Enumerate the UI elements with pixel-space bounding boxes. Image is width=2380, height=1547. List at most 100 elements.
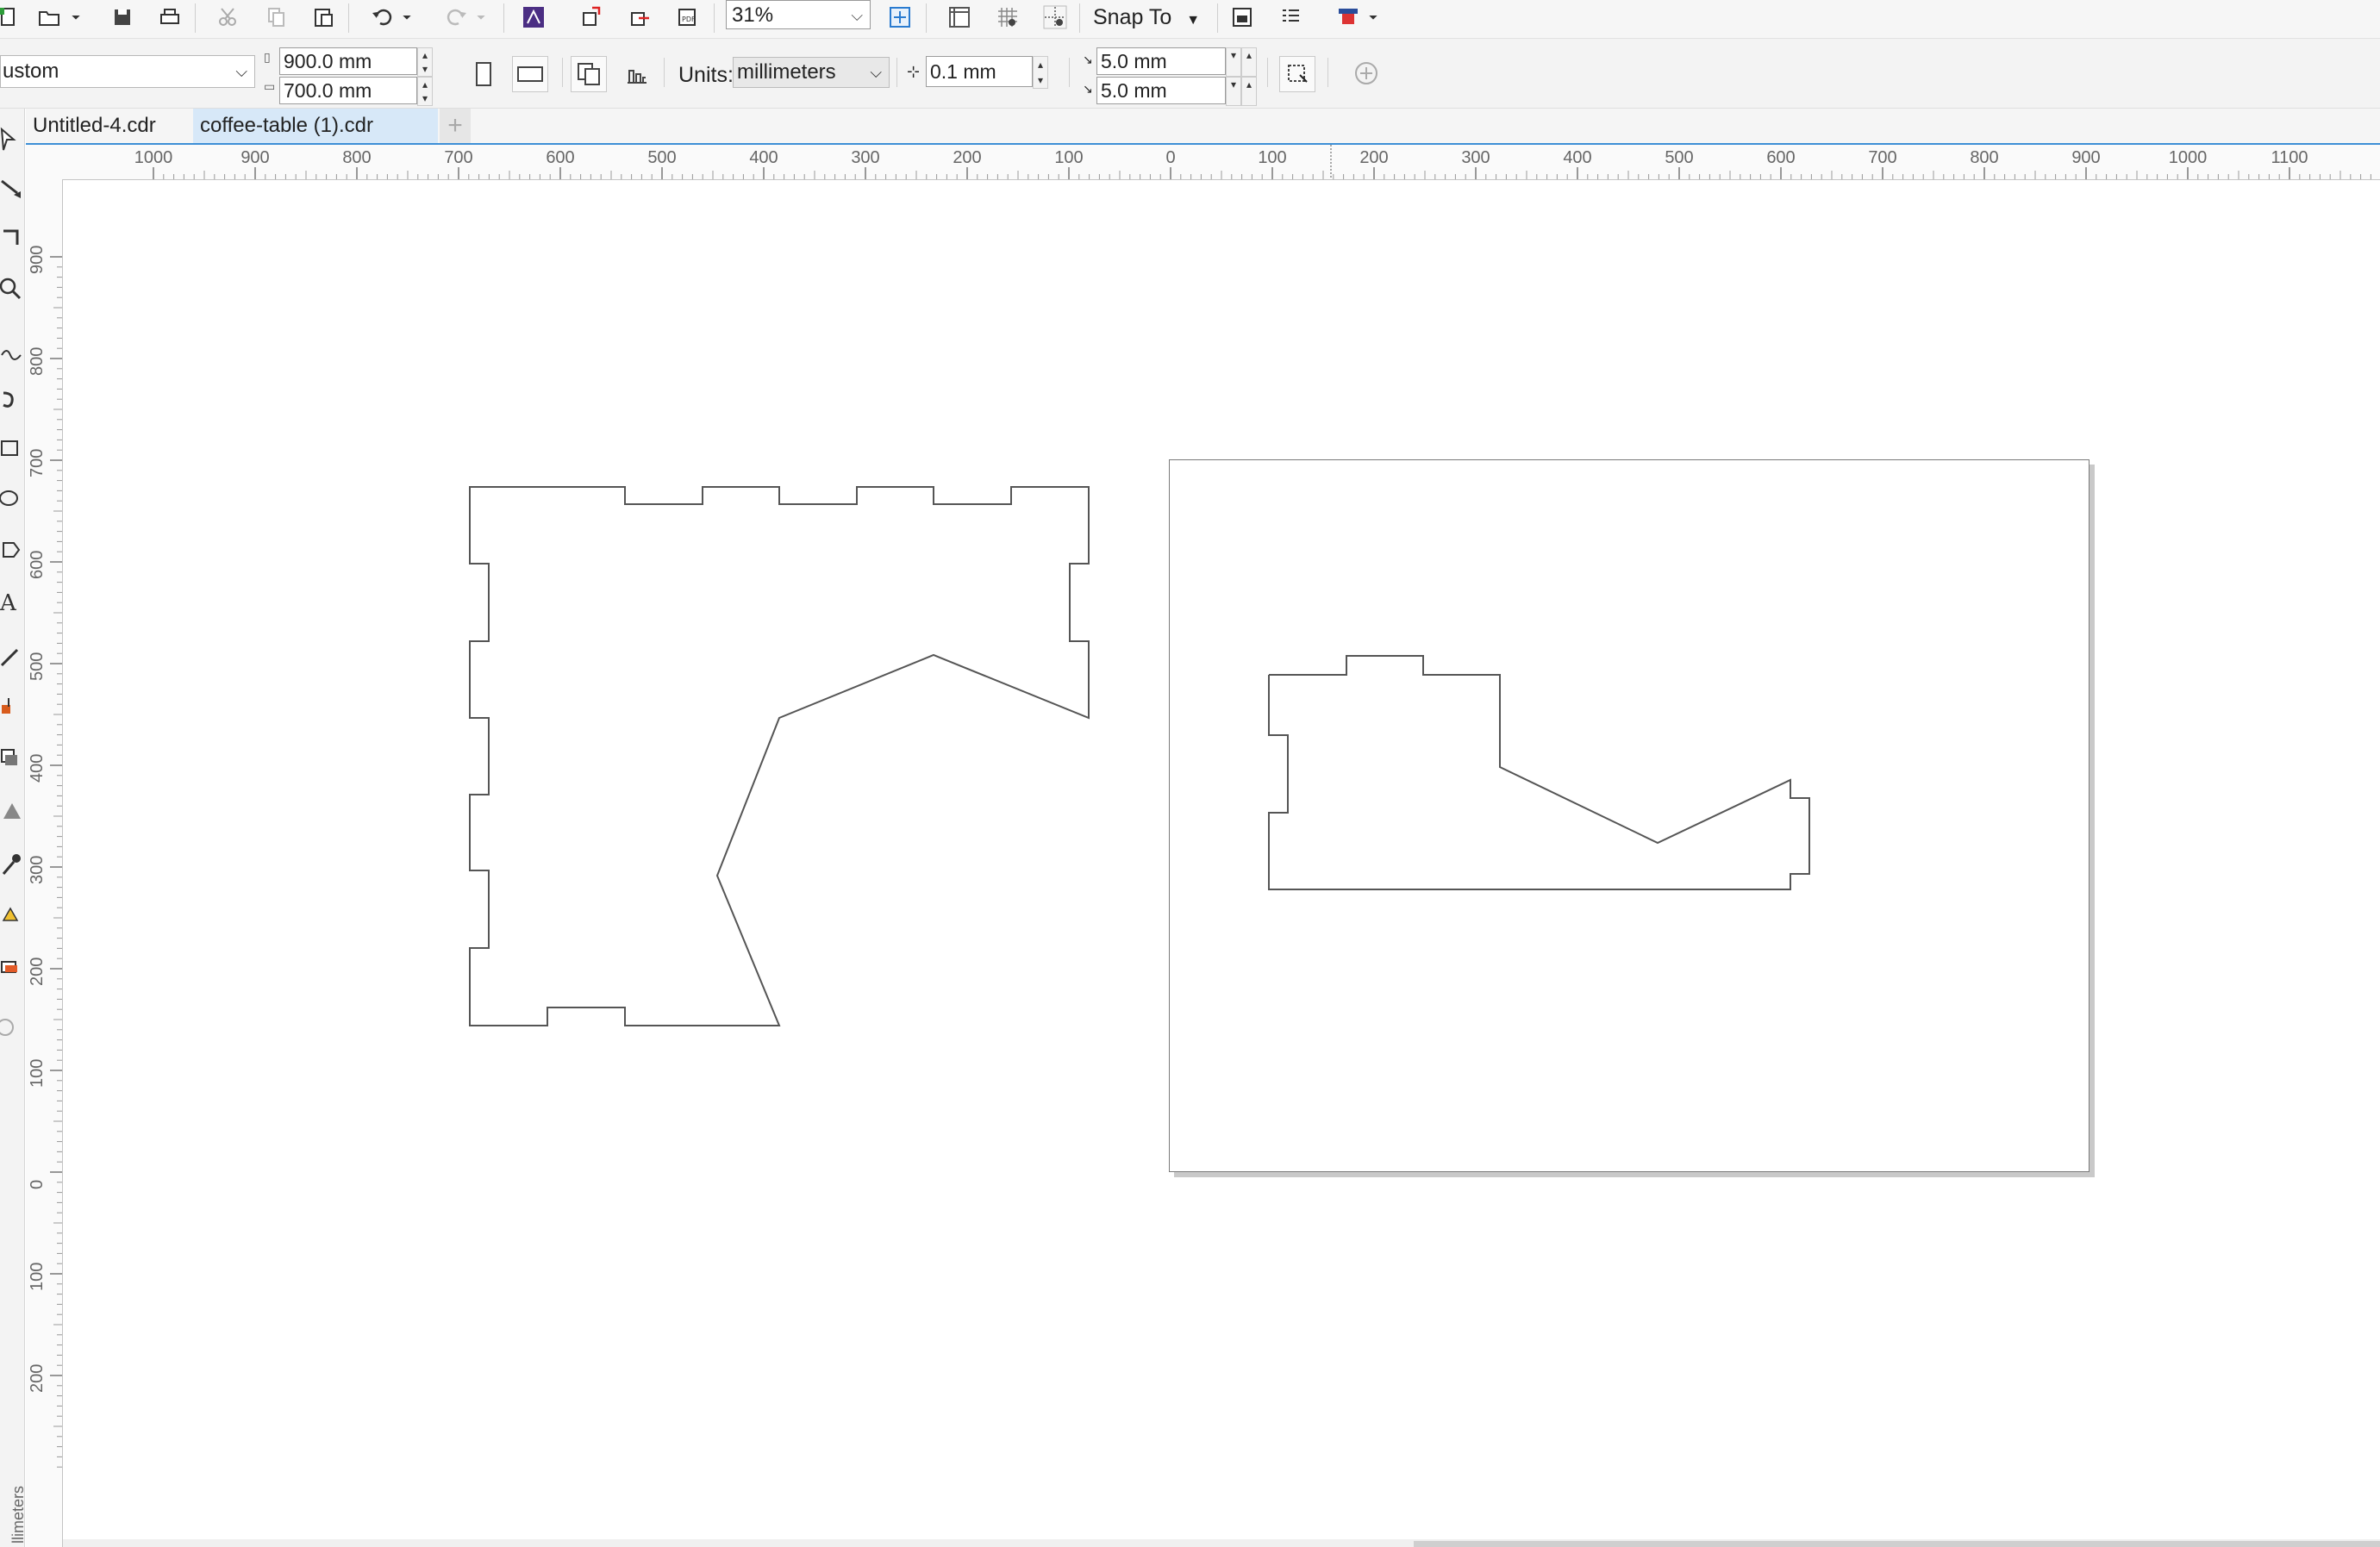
duplicate-x-stepper-up[interactable]: ▴ <box>1241 47 1257 77</box>
pick-tool-icon[interactable] <box>0 126 22 155</box>
redo-icon[interactable] <box>440 2 472 33</box>
guidelines-icon[interactable] <box>1039 2 1071 33</box>
save-icon[interactable] <box>106 2 139 33</box>
rectangle-tool-icon[interactable] <box>0 434 22 464</box>
horizontal-ruler-label: 400 <box>1563 148 1592 167</box>
tab-untitled-4[interactable]: Untitled-4.cdr <box>26 109 190 143</box>
horizontal-ruler[interactable]: 1000 900 800 700 600 500 400 300 200 100 0 100 200 30… <box>38 145 2380 180</box>
import-icon[interactable] <box>575 2 608 33</box>
treat-as-filled-icon[interactable] <box>1279 56 1315 92</box>
duplicate-x-stepper[interactable]: ▾ <box>1226 47 1241 77</box>
standard-toolbar: PDF 31% ⌵ Snap To ▼ <box>0 0 2380 39</box>
page-width-field[interactable]: 900.0 mm <box>279 47 417 75</box>
page-width-icon: ▯ <box>264 50 271 64</box>
add-tool-icon[interactable] <box>0 1014 22 1043</box>
chevron-down-icon[interactable] <box>1365 2 1382 33</box>
units-combo[interactable]: millimeters ⌵ <box>733 57 890 88</box>
duplicate-y-stepper-up[interactable]: ▴ <box>1241 77 1257 106</box>
add-icon[interactable] <box>1350 58 1383 89</box>
paste-icon[interactable] <box>307 2 340 33</box>
landscape-icon[interactable] <box>512 56 548 92</box>
horizontal-ruler-label: 900 <box>240 148 270 167</box>
artistic-media-icon[interactable] <box>0 384 22 414</box>
portrait-icon[interactable] <box>465 56 502 92</box>
horizontal-ruler-label: 1000 <box>134 148 173 167</box>
app-launcher-icon[interactable] <box>517 2 550 33</box>
vertical-ruler-label: 500 <box>28 652 47 681</box>
object-manager-icon[interactable] <box>1274 2 1307 33</box>
launch-icon[interactable] <box>1332 2 1365 33</box>
duplicate-y-stepper[interactable]: ▾ <box>1226 77 1241 106</box>
ellipse-tool-icon[interactable] <box>0 484 22 514</box>
page-height-stepper[interactable]: ▴ ▾ <box>417 77 433 106</box>
duplicate-distance-x-field[interactable]: 5.0 mm <box>1096 47 1226 75</box>
cut-icon[interactable] <box>211 2 244 33</box>
shape-tool-icon[interactable] <box>0 174 22 203</box>
interactive-fill-icon[interactable] <box>0 900 22 929</box>
side-panel-shape[interactable] <box>469 486 1090 1026</box>
page-height-icon: ▭ <box>264 79 276 93</box>
drop-shadow-icon[interactable] <box>0 743 22 772</box>
freehand-tool-icon[interactable] <box>0 340 22 369</box>
rulers-icon[interactable] <box>943 2 976 33</box>
page-width-stepper[interactable]: ▴ ▾ <box>417 47 433 77</box>
zoom-level-value: 31% <box>732 3 774 27</box>
shelf-panel-shape[interactable] <box>1268 655 1810 890</box>
nudge-distance-field[interactable]: 0.1 mm <box>926 56 1033 87</box>
crop-tool-icon[interactable] <box>0 224 22 253</box>
units-label: Units: <box>678 63 734 87</box>
horizontal-scrollbar-thumb[interactable] <box>1414 1541 2380 1547</box>
polygon-tool-icon[interactable] <box>0 534 22 564</box>
units-value: millimeters <box>737 60 836 84</box>
current-page-icon[interactable] <box>621 59 653 90</box>
grid-icon[interactable] <box>991 2 1024 33</box>
vertical-ruler-label: 200 <box>28 957 47 986</box>
zoom-tool-icon[interactable] <box>0 274 22 303</box>
full-screen-preview-icon[interactable] <box>884 2 916 33</box>
options-icon[interactable] <box>1226 2 1259 33</box>
duplicate-distance-x-value: 5.0 mm <box>1101 50 1167 72</box>
vertical-ruler-label: 100 <box>28 1262 47 1291</box>
connector-tool-icon[interactable] <box>0 691 22 720</box>
horizontal-ruler-label: 1100 <box>2271 148 2308 167</box>
transparency-tool-icon[interactable] <box>0 796 22 826</box>
plus-icon: + <box>447 111 463 140</box>
page-width-value: 900.0 mm <box>284 50 372 72</box>
zoom-level-combo[interactable]: 31% ⌵ <box>726 0 871 29</box>
chevron-down-icon[interactable] <box>398 2 415 33</box>
undo-icon[interactable] <box>366 2 399 33</box>
horizontal-ruler-label: 800 <box>342 148 372 167</box>
tab-coffee-table[interactable]: coffee-table (1).cdr <box>193 109 438 143</box>
eyedropper-tool-icon[interactable] <box>0 850 22 879</box>
snap-to-label: Snap To <box>1093 5 1172 29</box>
export-icon[interactable] <box>623 2 656 33</box>
publish-pdf-icon[interactable]: PDF <box>672 2 704 33</box>
smart-fill-icon[interactable] <box>0 951 22 981</box>
horizontal-ruler-label: 0 <box>1165 148 1176 167</box>
vertical-ruler-label: 0 <box>28 1179 47 1189</box>
open-icon[interactable] <box>33 2 66 33</box>
svg-text:PDF: PDF <box>682 16 696 23</box>
snap-to-button[interactable]: Snap To ▼ <box>1093 2 1200 33</box>
vertical-ruler-label: 700 <box>28 448 47 477</box>
copy-icon[interactable] <box>259 2 292 33</box>
vertical-ruler[interactable]: llimeters 900 800 700 600 500 400 300 200 100 0 10… <box>9 179 63 1547</box>
print-icon[interactable] <box>153 2 186 33</box>
new-tab-button[interactable]: + <box>440 109 471 143</box>
chevron-down-icon[interactable] <box>472 2 490 33</box>
all-pages-icon[interactable] <box>571 56 607 92</box>
drawing-canvas[interactable] <box>63 180 2380 1547</box>
vertical-ruler-label: 600 <box>28 550 47 579</box>
page-height-field[interactable]: 700.0 mm <box>279 77 417 104</box>
page-preset-combo[interactable]: ustom ⌵ <box>0 55 255 88</box>
nudge-stepper[interactable]: ▴ ▾ <box>1033 56 1048 89</box>
horizontal-ruler-label: 100 <box>1054 148 1084 167</box>
document-tabs: Untitled-4.cdr coffee-table (1).cdr + <box>26 109 2380 145</box>
text-tool-icon[interactable]: A <box>0 588 22 617</box>
chevron-down-icon[interactable] <box>67 2 84 33</box>
chevron-down-icon: ⌵ <box>235 63 247 80</box>
duplicate-distance-y-field[interactable]: 5.0 mm <box>1096 77 1226 104</box>
new-icon[interactable] <box>0 2 24 33</box>
parallel-dimension-icon[interactable] <box>0 643 22 672</box>
horizontal-ruler-ticks <box>153 145 2371 179</box>
